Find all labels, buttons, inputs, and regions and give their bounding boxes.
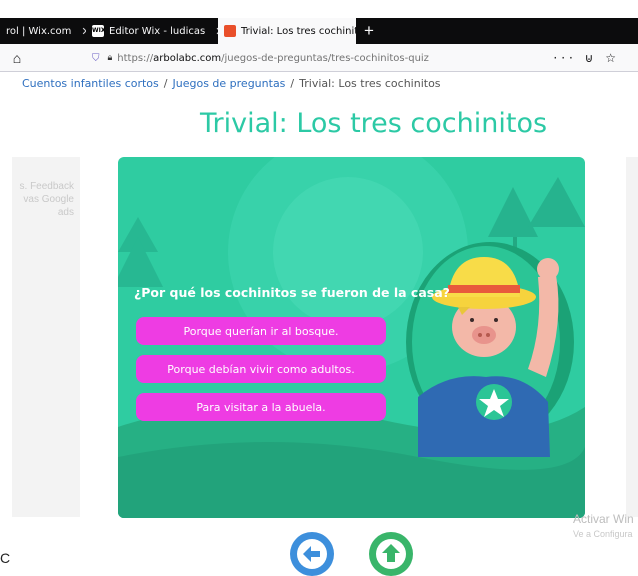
ad-sidebar-right[interactable] — [626, 157, 638, 517]
tab-trivial[interactable]: Trivial: Los tres cochinitos | Árb ✕ — [218, 18, 356, 44]
breadcrumb-separator: / — [163, 77, 168, 90]
new-tab-button[interactable]: + — [356, 18, 382, 44]
wix-favicon-icon: WIX — [92, 25, 105, 37]
tab-label: rol | Wix.com — [6, 25, 72, 37]
quiz-card: ¿Por qué los cochinitos se fueron de la … — [118, 157, 585, 518]
url-host: arbolabc.com — [153, 52, 222, 64]
page-actions-icons[interactable]: ··· ⊍ ☆ — [553, 51, 620, 65]
close-icon[interactable]: ✕ — [71, 25, 86, 38]
tracking-shield-icon[interactable]: ⛉ — [92, 53, 100, 64]
breadcrumb-link-cuentos[interactable]: Cuentos infantiles cortos — [22, 77, 159, 90]
breadcrumb-current: Trivial: Los tres cochinitos — [299, 77, 441, 90]
tab-editor-wix[interactable]: WIX Editor Wix - ludicas ✕ — [86, 18, 218, 44]
watermark-title: Activar Win — [573, 512, 634, 526]
windows-activation-watermark: Activar Win Ve a Configura — [573, 512, 634, 539]
tab-label: Trivial: Los tres cochinitos | Árb — [241, 25, 356, 37]
tab-label: Editor Wix - ludicas — [109, 25, 206, 37]
tab-wix[interactable]: rol | Wix.com ✕ — [0, 18, 86, 44]
back-button[interactable] — [290, 532, 334, 576]
address-bar[interactable]: ⛉ 🔒︎ https:// arbolabc.com /juegos-de-pr… — [92, 49, 620, 67]
breadcrumb-link-juegos[interactable]: Juegos de preguntas — [173, 77, 286, 90]
home-icon[interactable]: ⌂ — [0, 50, 34, 66]
page-title: Trivial: Los tres cochinitos — [200, 108, 548, 139]
close-icon[interactable]: ✕ — [205, 25, 218, 38]
breadcrumb: Cuentos infantiles cortos / Juegos de preg… — [22, 77, 441, 90]
home-arrow-icon — [376, 539, 406, 569]
plus-icon: + — [364, 21, 374, 40]
answer-button-2[interactable]: Porque debían vivir como adultos. — [136, 355, 386, 383]
breadcrumb-separator: / — [290, 77, 295, 90]
url-path: /juegos-de-preguntas/tres-cochinitos-qui… — [221, 52, 429, 64]
answer-button-1[interactable]: Porque querían ir al bosque. — [136, 317, 386, 345]
watermark-subtitle: Ve a Configura — [573, 529, 633, 539]
arrow-left-icon — [297, 539, 327, 569]
ad-sidebar-left[interactable]: s. Feedback vas Google ads — [12, 157, 80, 517]
ad-text: s. Feedback vas Google ads — [19, 181, 74, 218]
quiz-question: ¿Por qué los cochinitos se fueron de la … — [134, 285, 450, 300]
answer-button-3[interactable]: Para visitar a la abuela. — [136, 393, 386, 421]
arbolabc-favicon-icon — [224, 25, 236, 37]
url-prefix: https:// — [117, 52, 154, 64]
lock-icon[interactable]: 🔒︎ — [108, 53, 113, 63]
home-button[interactable] — [369, 532, 413, 576]
navigation-bar: ⌂ ⛉ 🔒︎ https:// arbolabc.com /juegos-de-… — [0, 44, 638, 72]
browser-tab-bar: rol | Wix.com ✕ WIX Editor Wix - ludicas… — [0, 18, 638, 44]
